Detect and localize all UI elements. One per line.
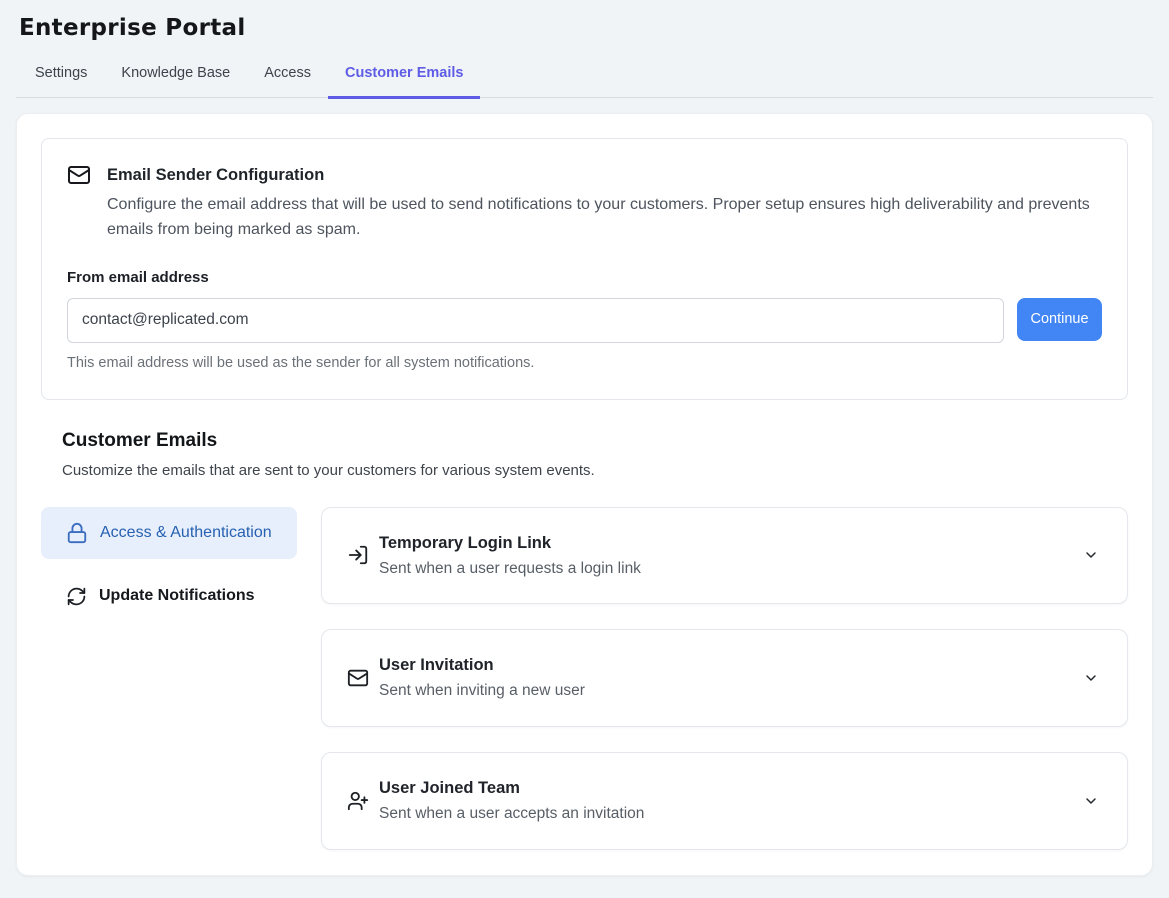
customer-emails-description: Customize the emails that are sent to yo… [62, 462, 1128, 479]
email-template-list: Temporary Login Link Sent when a user re… [321, 507, 1128, 850]
user-plus-icon [347, 790, 369, 812]
customer-emails-title: Customer Emails [62, 430, 1128, 452]
category-label: Update Notifications [99, 587, 255, 605]
email-card-subtitle: Sent when a user accepts an invitation [379, 803, 1083, 825]
tab-access[interactable]: Access [247, 51, 328, 99]
category-access-authentication[interactable]: Access & Authentication [41, 507, 297, 559]
email-category-list: Access & Authentication Update Notificat… [41, 507, 297, 619]
email-input-row: Continue [67, 298, 1102, 343]
email-helper-text: This email address will be used as the s… [67, 355, 1102, 371]
sender-config-header: Email Sender Configuration [67, 163, 1102, 187]
tab-knowledge-base[interactable]: Knowledge Base [104, 51, 247, 99]
email-card-title: Temporary Login Link [379, 532, 1083, 555]
login-icon [347, 544, 369, 566]
category-update-notifications[interactable]: Update Notifications [41, 574, 297, 619]
email-card-subtitle: Sent when a user requests a login link [379, 558, 1083, 580]
from-email-label: From email address [67, 269, 1102, 286]
email-card-text: User Invitation Sent when inviting a new… [379, 654, 1083, 702]
page-header: Enterprise Portal [0, 0, 1169, 41]
email-sender-config-card: Email Sender Configuration Configure the… [41, 138, 1128, 400]
tab-bar: Settings Knowledge Base Access Customer … [16, 51, 1153, 98]
email-card-subtitle: Sent when inviting a new user [379, 680, 1083, 702]
chevron-down-icon[interactable] [1083, 670, 1099, 686]
chevron-down-icon[interactable] [1083, 547, 1099, 563]
from-email-input[interactable] [67, 298, 1004, 343]
category-label: Access & Authentication [100, 522, 272, 544]
mail-icon [67, 163, 91, 187]
email-card-user-joined-team[interactable]: User Joined Team Sent when a user accept… [321, 752, 1128, 850]
email-card-title: User Joined Team [379, 777, 1083, 800]
refresh-icon [66, 586, 87, 607]
tab-customer-emails[interactable]: Customer Emails [328, 51, 480, 99]
page-title: Enterprise Portal [19, 15, 1153, 41]
lock-icon [66, 522, 88, 544]
email-card-title: User Invitation [379, 654, 1083, 677]
content-panel: Email Sender Configuration Configure the… [16, 113, 1153, 876]
sender-config-title: Email Sender Configuration [107, 166, 324, 185]
tab-settings[interactable]: Settings [18, 51, 104, 99]
email-card-user-invitation[interactable]: User Invitation Sent when inviting a new… [321, 629, 1128, 727]
email-card-text: Temporary Login Link Sent when a user re… [379, 532, 1083, 580]
mail-icon [347, 667, 369, 689]
email-card-temporary-login-link[interactable]: Temporary Login Link Sent when a user re… [321, 507, 1128, 605]
customer-emails-layout: Access & Authentication Update Notificat… [41, 507, 1128, 850]
continue-button[interactable]: Continue [1017, 298, 1102, 341]
chevron-down-icon[interactable] [1083, 793, 1099, 809]
email-card-text: User Joined Team Sent when a user accept… [379, 777, 1083, 825]
sender-config-description: Configure the email address that will be… [107, 193, 1095, 243]
